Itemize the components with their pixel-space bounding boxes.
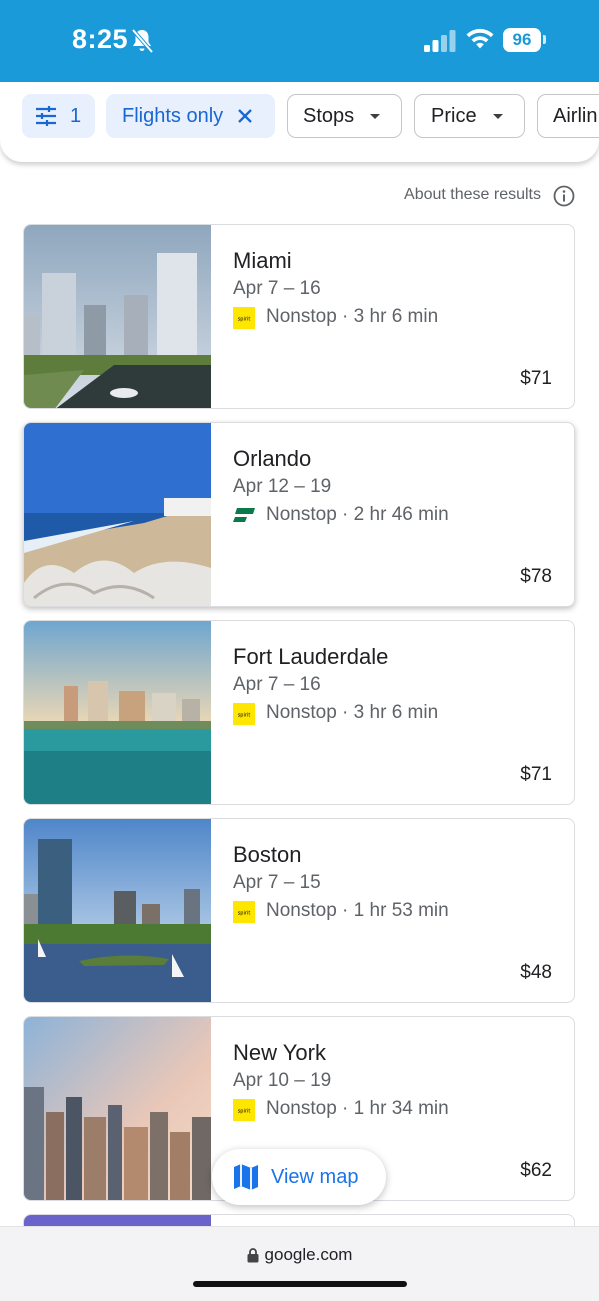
stops-text: Nonstop — [266, 1098, 337, 1119]
flight-info: Nonstop · 1 hr 53 min — [266, 900, 449, 921]
flight-info: Nonstop · 1 hr 34 min — [266, 1098, 449, 1119]
destination-photo — [24, 423, 211, 606]
result-card[interactable]: Miami Apr 7 – 16 spirit Nonstop · 3 hr 6… — [23, 224, 575, 409]
stops-text: Nonstop — [266, 702, 337, 723]
destination-photo — [24, 621, 211, 804]
price-text: $78 — [520, 566, 552, 587]
battery-nub — [543, 35, 546, 44]
travel-dates: Apr 7 – 16 — [233, 278, 321, 299]
browser-bottom-bar: google.com — [0, 1226, 599, 1301]
result-card[interactable]: Boston Apr 7 – 15 spirit Nonstop · 1 hr … — [23, 818, 575, 1003]
view-map-label: View map — [271, 1165, 359, 1188]
result-card[interactable]: Fort Lauderdale Apr 7 – 16 spirit Nonsto… — [23, 620, 575, 805]
travel-dates: Apr 7 – 16 — [233, 674, 321, 695]
signal-icon — [424, 30, 456, 52]
map-icon — [234, 1164, 258, 1190]
stops-dropdown[interactable]: Stops — [287, 94, 402, 138]
url-text: google.com — [264, 1245, 353, 1264]
frontier-airline-icon — [233, 508, 255, 522]
result-card[interactable]: Orlando Apr 12 – 19 Nonstop · 2 hr 46 mi… — [23, 422, 575, 607]
duration-text: 1 hr 34 min — [353, 1098, 449, 1119]
all-filters-chip[interactable]: 1 — [22, 94, 95, 138]
battery-icon: 96 — [503, 28, 541, 52]
duration-text: 2 hr 46 min — [353, 504, 449, 525]
destination-city: Boston — [233, 842, 302, 867]
bell-off-icon — [131, 28, 154, 54]
close-icon[interactable] — [237, 108, 253, 124]
spirit-airline-icon: spirit — [233, 307, 255, 329]
filter-bar: 1 Flights only Stops Price Airlin — [0, 82, 599, 162]
spirit-airline-icon: spirit — [233, 703, 255, 725]
flights-only-label: Flights only — [122, 104, 224, 127]
stops-text: Nonstop — [266, 504, 337, 525]
duration-text: 1 hr 53 min — [353, 900, 449, 921]
svg-text:spirit: spirit — [238, 713, 251, 719]
destination-photo — [24, 819, 211, 1002]
url-bar[interactable]: google.com — [0, 1245, 599, 1265]
tune-icon — [36, 106, 56, 126]
chevron-down-icon — [370, 113, 381, 119]
airlines-label: Airlin — [553, 104, 598, 127]
status-bar: 8:25 96 — [0, 0, 599, 82]
airlines-dropdown[interactable]: Airlin — [537, 94, 599, 138]
stops-text: Nonstop — [266, 306, 337, 327]
spirit-airline-icon: spirit — [233, 901, 255, 923]
all-filters-count: 1 — [70, 104, 82, 127]
duration-text: 3 hr 6 min — [353, 306, 439, 327]
destination-photo — [24, 225, 211, 408]
duration-text: 3 hr 6 min — [353, 702, 439, 723]
destination-city: Fort Lauderdale — [233, 644, 389, 669]
destination-photo — [24, 1017, 211, 1200]
home-indicator[interactable] — [193, 1281, 407, 1287]
price-text: $48 — [520, 962, 552, 983]
destination-city: Orlando — [233, 446, 312, 471]
svg-text:spirit: spirit — [238, 911, 251, 917]
price-label: Price — [431, 104, 477, 127]
destination-city: New York — [233, 1040, 326, 1065]
flight-info: Nonstop · 2 hr 46 min — [266, 504, 449, 525]
flight-info: Nonstop · 3 hr 6 min — [266, 702, 439, 723]
stops-text: Nonstop — [266, 900, 337, 921]
stops-label: Stops — [303, 104, 355, 127]
chevron-down-icon — [492, 113, 503, 119]
travel-dates: Apr 10 – 19 — [233, 1070, 332, 1091]
price-text: $71 — [520, 764, 552, 785]
destination-city: Miami — [233, 248, 292, 273]
svg-text:spirit: spirit — [238, 1109, 251, 1115]
travel-dates: Apr 7 – 15 — [233, 872, 321, 893]
price-text: $71 — [520, 368, 552, 389]
info-icon[interactable] — [553, 185, 575, 207]
price-dropdown[interactable]: Price — [414, 94, 525, 138]
about-results-link[interactable]: About these results — [404, 186, 541, 204]
flights-only-chip[interactable]: Flights only — [106, 94, 275, 138]
wifi-icon — [466, 28, 494, 49]
view-map-button[interactable]: View map — [212, 1149, 386, 1205]
price-text: $62 — [520, 1160, 552, 1181]
status-time: 8:25 — [72, 24, 129, 54]
flight-info: Nonstop · 3 hr 6 min — [266, 306, 439, 327]
travel-dates: Apr 12 – 19 — [233, 476, 332, 497]
lock-icon — [247, 1248, 259, 1263]
spirit-airline-icon: spirit — [233, 1099, 255, 1121]
svg-text:spirit: spirit — [238, 317, 251, 323]
